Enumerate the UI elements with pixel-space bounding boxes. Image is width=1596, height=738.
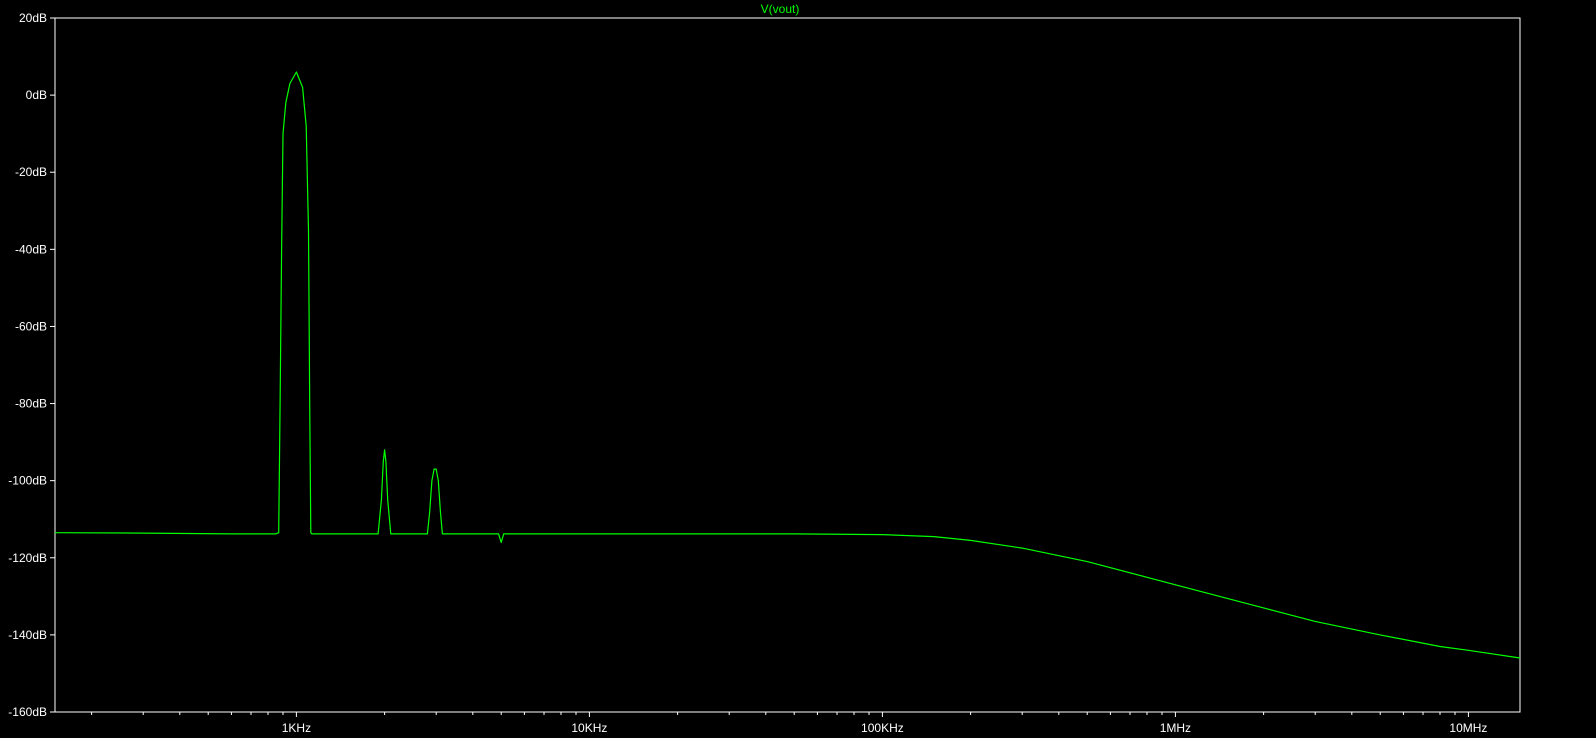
chart-title: V(vout): [761, 2, 800, 16]
y-tick-label: -80dB: [15, 397, 47, 411]
trace-line-vout: [54, 71, 1521, 659]
y-tick-label: -40dB: [15, 242, 47, 256]
y-tick-label: -60dB: [15, 319, 47, 333]
y-tick-label: -20dB: [15, 165, 47, 179]
y-tick-label: 20dB: [19, 11, 47, 25]
x-tick-label: 100KHz: [861, 721, 904, 735]
x-axis: 1KHz 10KHz 100KHz 1MHz 10MHz: [91, 712, 1487, 735]
x-tick-label: 10MHz: [1449, 721, 1487, 735]
y-tick-label: 0dB: [26, 88, 47, 102]
traces: [54, 71, 1521, 659]
x-tick-label: 1MHz: [1160, 721, 1191, 735]
y-tick-label: -100dB: [8, 474, 47, 488]
x-tick-label: 1KHz: [282, 721, 311, 735]
y-axis: 20dB 0dB -20dB -40dB -60dB -80dB -100dB -120dB -…: [8, 11, 55, 719]
x-tick-label: 10KHz: [571, 721, 607, 735]
y-tick-label: -160dB: [8, 705, 47, 719]
plot-frame: [54, 17, 1521, 713]
y-tick-label: -140dB: [8, 628, 47, 642]
ac-analysis-chart: V(vout) 20dB 0dB -20dB -40dB -60dB -80dB -100d…: [8, 2, 1521, 735]
y-tick-label: -120dB: [8, 551, 47, 565]
